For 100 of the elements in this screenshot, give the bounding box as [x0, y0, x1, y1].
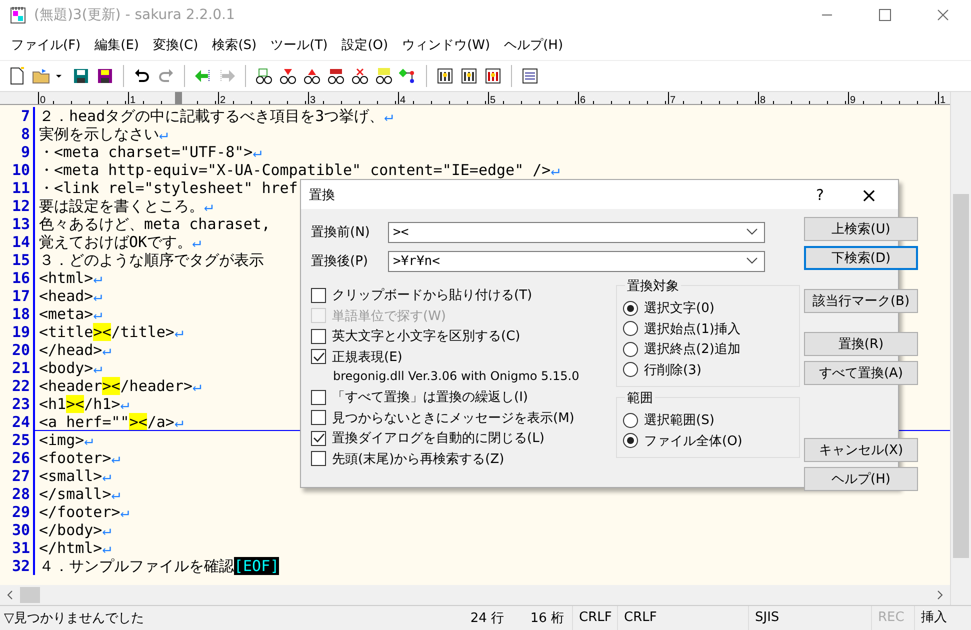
dialog-title: 置換 [309, 186, 335, 204]
code-text: <head> [39, 287, 94, 305]
dialog-button[interactable]: 該当行マーク(B) [804, 289, 918, 313]
close-button[interactable]: × [840, 182, 898, 206]
replace-icon[interactable] [327, 67, 345, 85]
line-number: 28 [0, 485, 35, 503]
scrollbar-thumb[interactable] [20, 587, 40, 603]
combo-field[interactable]: >¥r¥n< [388, 250, 765, 272]
code-text: 覚えておけばOKです。 [39, 233, 192, 251]
status-cell: REC [871, 606, 914, 630]
ruler-number: 8 [759, 96, 766, 106]
line-number: 8 [0, 125, 35, 143]
checkbox[interactable] [311, 328, 326, 344]
new-file-icon[interactable] [8, 67, 26, 85]
line-break-mark: ↵ [84, 431, 94, 449]
radio-label: 選択始点(1)挿入 [644, 320, 740, 338]
code-text: 要は設定を書くところ。 [39, 197, 204, 215]
scrollbar-thumb[interactable] [953, 194, 969, 558]
code-text: /a> [147, 413, 174, 431]
dialog-button[interactable]: 置換(R) [804, 332, 918, 356]
line-break-mark: ↵ [102, 341, 112, 359]
horizontal-scrollbar[interactable] [0, 585, 950, 605]
type-settings-icon[interactable] [460, 67, 478, 85]
line-number: 13 [0, 215, 35, 233]
menu-item[interactable]: 編集(E) [88, 36, 146, 54]
radio-button[interactable] [623, 300, 638, 316]
dialog-button[interactable]: キャンセル(X) [804, 438, 918, 462]
ruler-cursor-mark [175, 92, 182, 104]
radio-button[interactable] [623, 321, 638, 336]
save-icon[interactable] [72, 67, 90, 85]
font-settings-icon[interactable] [484, 67, 502, 85]
checkbox-label: 単語単位で探す(W) [332, 308, 446, 325]
save-all-icon[interactable] [96, 67, 114, 85]
open-folder-icon[interactable] [32, 67, 50, 85]
code-text: <footer> [39, 449, 112, 467]
radio-button[interactable] [623, 342, 638, 357]
scroll-left-icon[interactable] [6, 590, 14, 600]
outline-icon[interactable] [399, 67, 417, 85]
radio-button[interactable] [623, 362, 638, 378]
dialog-button[interactable]: 上検索(U) [804, 217, 918, 241]
ruler-number: 5 [489, 96, 496, 106]
code-text: </head> [39, 341, 102, 359]
code-text: </footer> [39, 503, 120, 521]
maximize-icon[interactable] [879, 9, 891, 21]
dialog-button[interactable]: ヘルプ(H) [804, 467, 918, 491]
checkbox[interactable] [311, 430, 326, 446]
search-icon[interactable] [255, 67, 273, 85]
checkbox[interactable] [311, 390, 326, 405]
code-text: ・<link rel="stylesheet" href [39, 179, 298, 197]
menu-item[interactable]: ウィンドウ(W) [395, 36, 498, 54]
line-number: 17 [0, 287, 35, 305]
code-text: <html> [39, 269, 94, 287]
vertical-scrollbar[interactable] [950, 92, 971, 605]
checkbox-label: 置換ダイアログを自動的に閉じる(L) [332, 430, 544, 448]
code-text: /h1> [84, 395, 120, 413]
line-number: 21 [0, 359, 35, 377]
grep-icon[interactable] [375, 67, 393, 85]
scroll-right-icon[interactable] [936, 590, 944, 600]
redo-icon[interactable] [157, 67, 175, 85]
dialog-button[interactable]: 下検索(D) [804, 246, 918, 270]
menu-item[interactable]: 設定(O) [334, 36, 396, 54]
search-down-icon[interactable] [279, 67, 297, 85]
clear-mark-icon[interactable] [351, 67, 369, 85]
status-cell: CRLF [572, 606, 617, 630]
line-number: 14 [0, 233, 35, 251]
ruler-number: 1 [129, 96, 136, 106]
line-break-mark: ↵ [93, 269, 102, 287]
checkbox-label: 正規表現(E) [332, 348, 402, 366]
search-up-icon[interactable] [303, 67, 321, 85]
menu-item[interactable]: ファイル(F) [4, 36, 88, 54]
close-icon[interactable] [937, 9, 949, 21]
line-break-mark: ↵ [102, 467, 112, 485]
radio-label: 選択終点(2)追加 [644, 341, 740, 358]
settings-icon[interactable] [436, 67, 454, 85]
radio-button[interactable] [623, 433, 638, 448]
window-list-icon[interactable] [521, 67, 539, 85]
undo-icon[interactable] [133, 67, 151, 85]
checkbox-label: 先頭(末尾)から再検索する(Z) [332, 450, 504, 468]
line-break-mark: ↵ [111, 449, 120, 467]
checkbox[interactable] [311, 451, 326, 466]
radio-button[interactable] [623, 412, 638, 428]
line-break-mark: ↵ [120, 503, 130, 521]
checkbox[interactable] [311, 349, 326, 364]
menu-item[interactable]: ツール(T) [264, 36, 335, 54]
search-match: >< [66, 395, 84, 413]
help-button[interactable]: ? [800, 186, 840, 204]
search-match: >< [93, 323, 112, 341]
column-position: 16 桁 [529, 610, 564, 627]
code-text: 色々あるけど、meta charaset, [39, 215, 270, 233]
checkbox[interactable] [311, 288, 326, 303]
menu-item[interactable]: 変換(C) [146, 36, 206, 54]
field-label: 置換前(N) [311, 224, 371, 241]
menu-item[interactable]: 検索(S) [205, 36, 264, 54]
line-break-mark: ↵ [93, 305, 102, 323]
code-text: ２．headタグの中に記載するべき項目を3つ挙げ、 [39, 107, 384, 125]
checkbox[interactable] [311, 410, 326, 426]
combo-field[interactable]: >< [388, 222, 765, 242]
dialog-button[interactable]: すべて置換(A) [804, 361, 918, 385]
menu-item[interactable]: ヘルプ(H) [497, 36, 570, 54]
radio-label: 選択範囲(S) [644, 412, 714, 430]
